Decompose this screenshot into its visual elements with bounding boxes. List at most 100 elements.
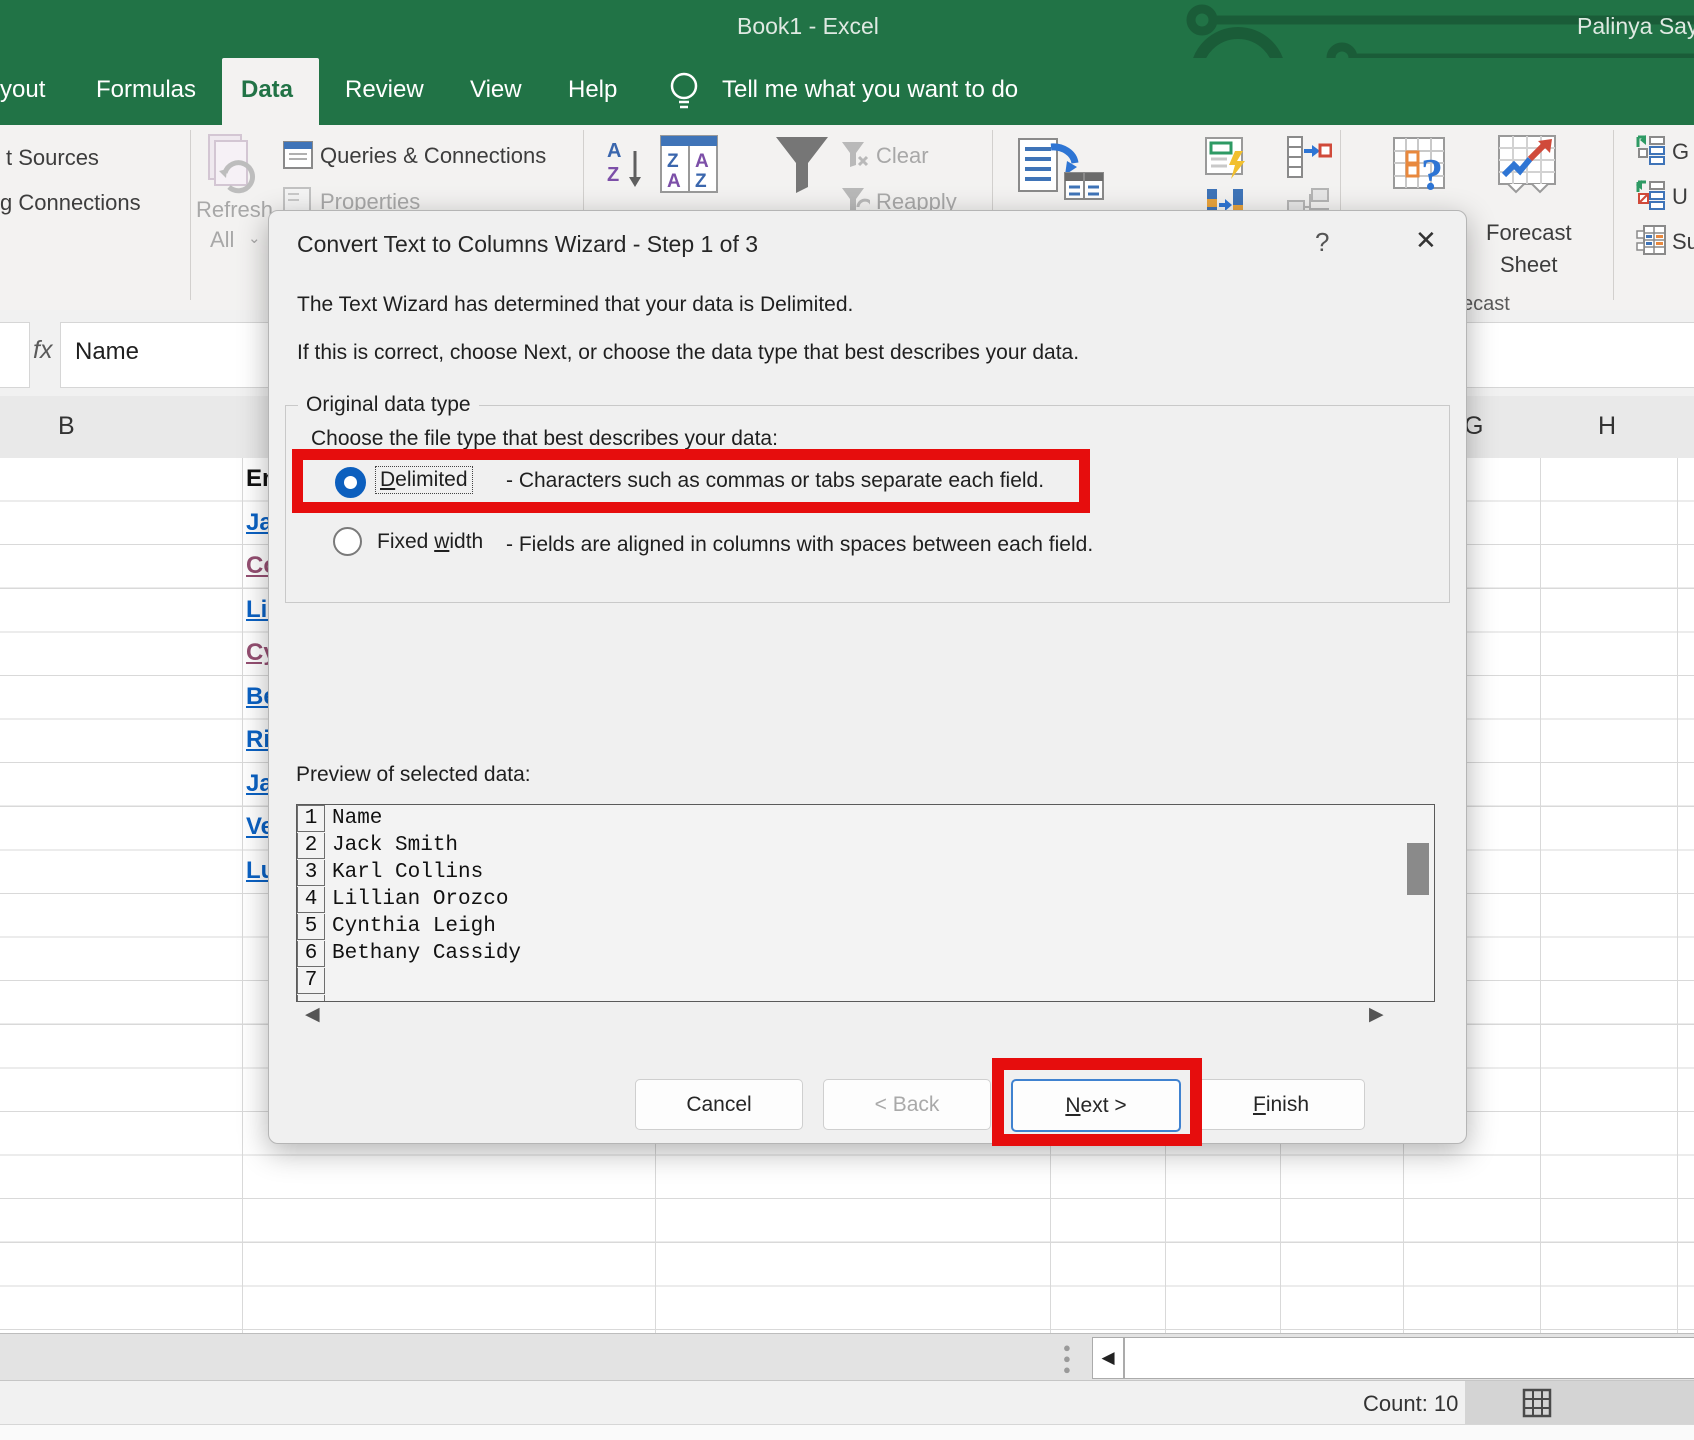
tab-help[interactable]: Help (568, 76, 617, 104)
dialog-close-button[interactable]: ✕ (1415, 225, 1437, 256)
name-box[interactable] (0, 322, 30, 388)
text-to-columns-icon[interactable] (1017, 137, 1107, 203)
preview-scroll-right-icon[interactable]: ▶ (1369, 1003, 1384, 1026)
clear-filter-icon (840, 141, 870, 169)
preview-row-text: Bethany Cassidy (325, 942, 521, 965)
filter-icon[interactable] (772, 135, 832, 199)
preview-row-number: 4 (297, 887, 325, 913)
preview-row-text: Name (325, 807, 382, 830)
highlight-next-button-annotation (992, 1058, 1202, 1146)
ungroup-icon[interactable] (1636, 180, 1666, 210)
sheet-hscroll-row: ●●● ◀ (0, 1333, 1694, 1381)
what-if-analysis-icon[interactable]: ? (1393, 137, 1459, 203)
preview-row-number: 6 (297, 941, 325, 967)
highlight-delimited-annotation (292, 449, 1090, 513)
forecast-sheet-label1[interactable]: Forecast (1486, 220, 1572, 246)
tab-data[interactable]: Data (241, 76, 293, 104)
preview-row-text: Lillian Orozco (325, 888, 508, 911)
fixed-width-label-rest: idth (449, 530, 483, 553)
fx-icon[interactable]: fx (33, 336, 52, 365)
clear-filter-button[interactable]: Clear (876, 143, 929, 169)
fixed-width-radio[interactable] (333, 527, 362, 556)
wizard-determined-text: The Text Wizard has determined that your… (297, 293, 853, 317)
forecast-sheet-label2[interactable]: Sheet (1500, 252, 1558, 278)
tab-layout-cut[interactable]: yout (0, 76, 45, 104)
remove-duplicates-icon[interactable] (1286, 135, 1332, 179)
back-button[interactable]: < Back (823, 1079, 991, 1130)
original-data-type-label: Original data type (298, 393, 479, 417)
status-bar-view-section (1465, 1381, 1694, 1424)
ungroup-button[interactable]: U (1672, 184, 1688, 210)
preview-row-text: Cynthia Leigh (325, 915, 496, 938)
preview-row: 2 Jack Smith (297, 832, 1434, 859)
title-bar: Book1 - Excel Palinya Say (0, 0, 1694, 58)
gridline (1677, 458, 1678, 1333)
preview-scroll-left-icon[interactable]: ◀ (305, 1003, 320, 1026)
column-header-h[interactable]: H (1598, 412, 1616, 441)
ribbon-separator (190, 130, 191, 300)
scrollbar-splitter-handle[interactable]: ●●● (1063, 1342, 1069, 1374)
cancel-button[interactable]: Cancel (635, 1079, 803, 1130)
ribbon-separator (1613, 130, 1614, 300)
column-header-b[interactable]: B (58, 412, 75, 441)
sort-za-az-icon[interactable]: Z A A Z (660, 135, 718, 193)
finish-button-label: Finish (1253, 1093, 1309, 1117)
subtotal-button[interactable]: Su (1672, 229, 1694, 255)
preview-vertical-scrollbar-thumb[interactable] (1407, 843, 1429, 895)
recent-sources-button[interactable]: t Sources (6, 145, 99, 171)
hscroll-thumb[interactable] (1124, 1337, 1694, 1379)
tab-formulas[interactable]: Formulas (96, 76, 196, 104)
count-indicator: Count: 10 (1363, 1391, 1458, 1417)
preview-row-partial (297, 994, 1434, 1002)
svg-text:A: A (695, 151, 709, 172)
preview-row-number: 7 (297, 968, 325, 994)
group-icon[interactable] (1636, 135, 1666, 165)
text-to-columns-wizard-dialog: Convert Text to Columns Wizard - Step 1 … (268, 210, 1467, 1144)
tab-review[interactable]: Review (345, 76, 424, 104)
finish-accesskey: F (1253, 1093, 1266, 1116)
preview-box[interactable]: 1 Name 2 Jack Smith 3 Karl Collins 4 Lil… (296, 804, 1435, 1002)
refresh-all-label2[interactable]: All (210, 227, 234, 253)
tell-me-box[interactable]: Tell me what you want to do (722, 76, 1018, 104)
window-title: Book1 - Excel (737, 13, 879, 40)
account-user-name[interactable]: Palinya Say (1577, 13, 1694, 40)
preview-row-number (297, 995, 325, 1003)
svg-text:A: A (667, 171, 681, 192)
forecast-sheet-icon[interactable] (1498, 135, 1560, 197)
gridline (1540, 458, 1541, 1333)
preview-row-text: Karl Collins (325, 861, 483, 884)
svg-text:A: A (607, 140, 621, 162)
dialog-title: Convert Text to Columns Wizard - Step 1 … (297, 231, 758, 258)
normal-view-icon[interactable] (1522, 1388, 1552, 1418)
choose-file-type-text: Choose the file type that best describes… (311, 427, 778, 451)
svg-text:Z: Z (695, 171, 707, 192)
preview-row: 7 (297, 967, 1434, 994)
refresh-all-icon[interactable] (205, 133, 257, 195)
queries-connections-button[interactable]: Queries & Connections (320, 143, 546, 169)
gridline (242, 458, 243, 1333)
preview-row-text: Jack Smith (325, 834, 458, 857)
existing-connections-button[interactable]: g Connections (0, 190, 141, 216)
finish-button[interactable]: Finish (1197, 1079, 1365, 1130)
preview-row-number: 5 (297, 914, 325, 940)
svg-text:?: ? (1421, 150, 1443, 199)
fixed-width-label-pre: Fixed (377, 530, 434, 553)
fixed-width-radio-label[interactable]: Fixed width (377, 530, 483, 554)
preview-label: Preview of selected data: (296, 763, 531, 787)
fixed-width-accesskey: w (434, 530, 449, 553)
preview-row: 5 Cynthia Leigh (297, 913, 1434, 940)
finish-label-rest: inish (1266, 1093, 1309, 1116)
fixed-width-description: - Fields are aligned in columns with spa… (506, 533, 1093, 557)
tab-view[interactable]: View (470, 76, 522, 104)
dialog-help-button[interactable]: ? (1315, 227, 1329, 258)
lightbulb-icon (668, 70, 700, 114)
flash-fill-icon[interactable] (1205, 137, 1249, 179)
refresh-all-chevron-icon[interactable]: ⌄ (248, 229, 261, 247)
sort-az-icon[interactable]: A Z (605, 137, 653, 193)
hscroll-left-button[interactable]: ◀ (1092, 1337, 1124, 1379)
group-button[interactable]: G (1672, 139, 1689, 165)
preview-row-number: 1 (297, 805, 325, 832)
excel-window: Book1 - Excel Palinya Say yout Formulas … (0, 0, 1694, 1440)
refresh-all-label1[interactable]: Refresh (196, 197, 273, 223)
subtotal-icon[interactable] (1636, 225, 1666, 255)
